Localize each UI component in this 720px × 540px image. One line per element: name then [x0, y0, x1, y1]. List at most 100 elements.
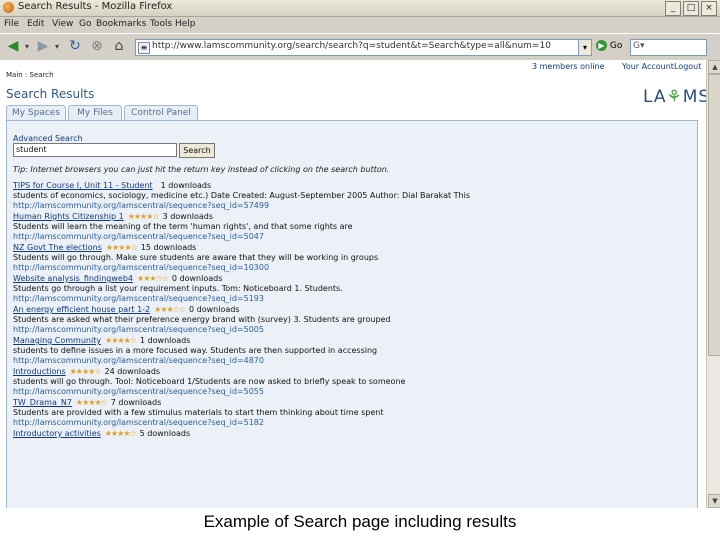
your-account-link[interactable]: Your Account: [622, 62, 674, 71]
menu-help[interactable]: Help: [175, 19, 196, 29]
menu-bookmarks[interactable]: Bookmarks: [96, 19, 146, 29]
download-count: 3 downloads: [162, 212, 214, 221]
result-description: Students will go through. Make sure stud…: [13, 253, 379, 262]
result-url-link[interactable]: http://lamscommunity.org/lamscentral/seq…: [13, 263, 689, 273]
result-item: Human Rights Citizenship 1 ★★★★☆ 3 downloa…: [13, 212, 689, 243]
download-count: 1 downloads: [160, 181, 212, 190]
window-title: Search Results - Mozilla Firefox: [18, 1, 173, 12]
scroll-up-arrow-icon[interactable]: ▲: [708, 60, 720, 74]
rating-stars-icon: ★★★★☆: [105, 243, 138, 252]
result-url-link[interactable]: http://lamscommunity.org/lamscentral/seq…: [13, 356, 689, 366]
result-description: Students are asked what their preference…: [13, 315, 391, 324]
menu-tools[interactable]: Tools: [150, 19, 172, 29]
result-title-link[interactable]: Introductory activities: [13, 429, 101, 438]
result-title-link[interactable]: NZ Govt The elections: [13, 243, 102, 252]
forward-arrow-icon[interactable]: ▶: [34, 38, 52, 55]
result-title-link[interactable]: Human Rights Citizenship 1: [13, 212, 124, 221]
result-url-link[interactable]: http://lamscommunity.org/lamscentral/seq…: [13, 325, 689, 335]
menu-edit[interactable]: Edit: [27, 19, 44, 29]
result-url-link[interactable]: http://lamscommunity.org/lamscentral/seq…: [13, 294, 689, 304]
result-url-link[interactable]: http://lamscommunity.org/lamscentral/seq…: [13, 387, 689, 397]
menu-file[interactable]: File: [4, 19, 19, 29]
result-url-link[interactable]: http://lamscommunity.org/lamscentral/seq…: [13, 418, 689, 428]
scroll-down-arrow-icon[interactable]: ▼: [708, 494, 720, 508]
breadcrumb: Main : Search: [6, 71, 54, 79]
download-count: 5 downloads: [139, 429, 191, 438]
download-count: 7 downloads: [110, 398, 162, 407]
result-title-link[interactable]: TIPS for Course I, Unit 11 - Student: [13, 181, 153, 190]
rating-stars-icon: ★★★☆☆: [154, 305, 186, 314]
logo-text-la: LA: [643, 87, 667, 107]
result-url-link[interactable]: [13, 449, 689, 459]
result-item: TW_Drama_N7 ★★★★☆ 7 downloads Students are…: [13, 398, 689, 429]
rating-stars-icon: ★★★★☆: [127, 212, 160, 221]
result-title-link[interactable]: TW_Drama_N7: [13, 398, 72, 407]
stop-icon[interactable]: ⊗: [88, 38, 106, 55]
go-arrow-icon: ▶: [596, 40, 607, 51]
result-description: Students will learn the meaning of the t…: [13, 222, 353, 231]
back-arrow-icon[interactable]: ◀: [4, 38, 22, 55]
rating-stars-icon: ★★★☆☆: [137, 274, 169, 283]
rating-stars-icon: ★★★★☆: [105, 336, 137, 345]
scrollbar-thumb[interactable]: [708, 74, 720, 356]
download-count: 0 downloads: [171, 274, 223, 283]
rating-stars-icon: ★★★★☆: [69, 367, 102, 376]
result-title-link[interactable]: Website analysis_findingweb4: [13, 274, 133, 283]
members-online-link[interactable]: 3 members online: [532, 62, 605, 71]
download-count: 0 downloads: [189, 305, 240, 314]
download-count: 24 downloads: [104, 367, 161, 376]
result-item: Managing Community ★★★★☆ 1 downloads stude…: [13, 336, 689, 367]
page-content: 3 members online Your Account Logout Mai…: [0, 60, 706, 508]
tab-my-files[interactable]: My Files: [68, 105, 122, 120]
search-button[interactable]: Search: [179, 143, 215, 158]
title-bar: Search Results - Mozilla Firefox _ □ ×: [0, 0, 720, 17]
result-item: NZ Govt The elections ★★★★☆ 15 downloads S…: [13, 243, 689, 274]
reload-icon[interactable]: ↻: [66, 38, 84, 55]
result-item: Introductions ★★★★☆ 24 downloads students …: [13, 367, 689, 398]
maximize-button[interactable]: □: [683, 1, 699, 16]
vertical-scrollbar[interactable]: ▲ ▼: [706, 60, 720, 508]
go-label: Go: [609, 41, 623, 51]
tab-control-panel[interactable]: Control Panel: [124, 105, 198, 120]
result-description: students will go through. Tool: Noticebo…: [13, 377, 406, 386]
tab-my-spaces[interactable]: My Spaces: [6, 105, 66, 120]
rating-stars-icon: ★★★★☆: [104, 429, 137, 438]
go-button[interactable]: ▶ Go: [596, 39, 626, 54]
logo-text-ms: MS: [682, 87, 706, 107]
result-title-link[interactable]: An energy efficient house part 1-2: [13, 305, 150, 314]
result-description: students of economics, sociology, medici…: [13, 191, 471, 200]
logout-link[interactable]: Logout: [674, 62, 701, 71]
back-dropdown-icon[interactable]: ▾: [22, 38, 32, 55]
home-icon[interactable]: ⌂: [110, 38, 128, 55]
menu-view[interactable]: View: [52, 19, 73, 29]
result-description: students to define issues in a more focu…: [13, 346, 378, 355]
result-url-link[interactable]: http://lamscommunity.org/lamscentral/seq…: [13, 201, 689, 211]
minimize-button[interactable]: _: [665, 1, 681, 16]
search-panel: Advanced Search student Search Tip: Inte…: [6, 120, 698, 508]
address-bar[interactable]: ≡ http://www.lamscommunity.org/search/se…: [135, 39, 587, 56]
rating-stars-icon: ★★★★☆: [75, 398, 108, 407]
url-history-dropdown[interactable]: ▾: [578, 39, 592, 56]
result-title-link[interactable]: Introductions: [13, 367, 66, 376]
figure-caption: Example of Search page including results: [203, 512, 517, 531]
search-engine-icon: G▾: [633, 41, 645, 51]
browser-search-field[interactable]: G▾: [630, 39, 707, 56]
results-list: TIPS for Course I, Unit 11 - Student 1 do…: [13, 181, 689, 460]
forward-dropdown-icon[interactable]: ▾: [52, 38, 62, 55]
lams-logo: LA⚘MS: [643, 87, 706, 107]
result-title-link[interactable]: Managing Community: [13, 336, 101, 345]
search-input[interactable]: student: [13, 143, 177, 157]
menu-go[interactable]: Go: [79, 19, 91, 29]
result-description: [13, 439, 689, 449]
page-title: Search Results: [6, 87, 95, 101]
firefox-icon: [3, 2, 14, 13]
result-item: An energy efficient house part 1-2 ★★★☆☆ 0…: [13, 305, 689, 336]
close-button[interactable]: ×: [701, 1, 717, 16]
result-item: Introductory activities ★★★★☆ 5 downloads: [13, 429, 689, 460]
advanced-search-link[interactable]: Advanced Search: [13, 134, 83, 143]
page-icon: ≡: [138, 42, 150, 54]
result-url-link[interactable]: http://lamscommunity.org/lamscentral/seq…: [13, 232, 689, 242]
navigation-toolbar: ◀ ▾ ▶ ▾ ↻ ⊗ ⌂ ≡ http://www.lamscommunity…: [0, 33, 720, 61]
download-count: 15 downloads: [140, 243, 197, 252]
leaf-icon: ⚘: [666, 87, 683, 107]
